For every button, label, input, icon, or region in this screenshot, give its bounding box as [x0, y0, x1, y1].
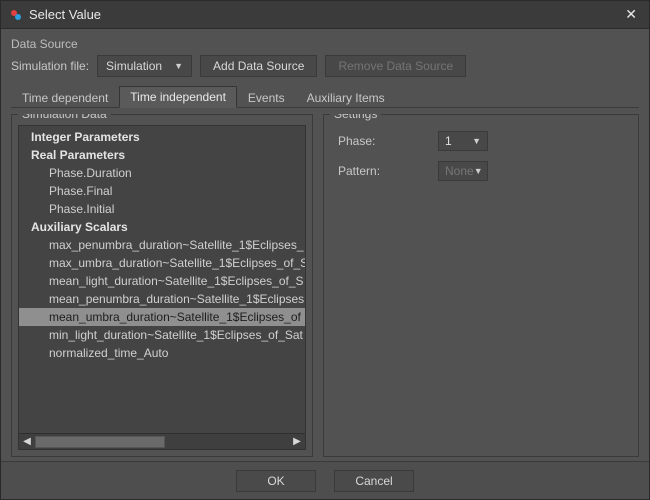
chevron-down-icon: ▼ [174, 61, 183, 71]
phase-value: 1 [445, 134, 452, 148]
tree-item[interactable]: Phase.Final [19, 182, 305, 200]
sim-file-value: Simulation [106, 59, 162, 73]
tree-item[interactable]: mean_light_duration~Satellite_1$Eclipses… [19, 272, 305, 290]
sim-file-label: Simulation file: [11, 59, 89, 73]
dialog-content: Data Source Simulation file: Simulation … [1, 29, 649, 461]
tab-time-dependent[interactable]: Time dependent [11, 87, 119, 108]
pattern-select: None ▼ [438, 161, 488, 181]
panes: Simulation Data Integer Parameters Real … [11, 114, 639, 457]
sim-file-select[interactable]: Simulation ▼ [97, 55, 192, 77]
chevron-down-icon: ▼ [474, 166, 483, 176]
pattern-row: Pattern: None ▼ [338, 161, 624, 181]
close-icon[interactable]: ✕ [621, 6, 641, 23]
tab-time-independent[interactable]: Time independent [119, 86, 237, 108]
scroll-track[interactable] [35, 435, 289, 449]
simulation-tree[interactable]: Integer Parameters Real Parameters Phase… [19, 126, 305, 433]
tab-auxiliary-items[interactable]: Auxiliary Items [296, 87, 396, 108]
titlebar: Select Value ✕ [1, 1, 649, 29]
tree-item[interactable]: mean_penumbra_duration~Satellite_1$Eclip… [19, 290, 305, 308]
scroll-thumb[interactable] [35, 436, 165, 448]
data-source-label: Data Source [11, 37, 639, 51]
settings-body: Phase: 1 ▼ Pattern: None ▼ [330, 125, 632, 197]
tree-header-auxiliary-scalars[interactable]: Auxiliary Scalars [19, 218, 305, 236]
dialog-footer: OK Cancel [1, 461, 649, 499]
scroll-left-icon[interactable]: ◀ [19, 434, 35, 450]
tree-item[interactable]: max_umbra_duration~Satellite_1$Eclipses_… [19, 254, 305, 272]
phase-label: Phase: [338, 134, 438, 148]
tree-item[interactable]: normalized_time_Auto [19, 344, 305, 362]
data-source-row: Simulation file: Simulation ▼ Add Data S… [11, 55, 639, 77]
settings-legend: Settings [330, 114, 381, 121]
ok-button[interactable]: OK [236, 470, 316, 492]
cancel-button[interactable]: Cancel [334, 470, 414, 492]
scroll-right-icon[interactable]: ▶ [289, 434, 305, 450]
tree-item[interactable]: min_light_duration~Satellite_1$Eclipses_… [19, 326, 305, 344]
pattern-value: None [445, 164, 474, 178]
tab-events[interactable]: Events [237, 87, 296, 108]
simulation-data-group: Simulation Data Integer Parameters Real … [11, 114, 313, 457]
add-data-source-button[interactable]: Add Data Source [200, 55, 317, 77]
simulation-data-legend: Simulation Data [18, 114, 111, 121]
settings-group: Settings Phase: 1 ▼ Pattern: None ▼ [323, 114, 639, 457]
select-value-dialog: Select Value ✕ Data Source Simulation fi… [0, 0, 650, 500]
remove-data-source-button: Remove Data Source [325, 55, 466, 77]
horizontal-scrollbar[interactable]: ◀ ▶ [19, 433, 305, 449]
pattern-label: Pattern: [338, 164, 438, 178]
phase-select[interactable]: 1 ▼ [438, 131, 488, 151]
tree-header-integer-parameters[interactable]: Integer Parameters [19, 128, 305, 146]
tree-container: Integer Parameters Real Parameters Phase… [18, 125, 306, 450]
tree-item[interactable]: Phase.Initial [19, 200, 305, 218]
tree-item[interactable]: max_penumbra_duration~Satellite_1$Eclips… [19, 236, 305, 254]
tree-header-real-parameters[interactable]: Real Parameters [19, 146, 305, 164]
phase-row: Phase: 1 ▼ [338, 131, 624, 151]
tree-item[interactable]: Phase.Duration [19, 164, 305, 182]
app-icon [9, 8, 23, 22]
tree-item-selected[interactable]: mean_umbra_duration~Satellite_1$Eclipses… [19, 308, 305, 326]
chevron-down-icon: ▼ [472, 136, 481, 146]
tab-strip: Time dependent Time independent Events A… [11, 85, 639, 108]
dialog-title: Select Value [29, 7, 621, 22]
